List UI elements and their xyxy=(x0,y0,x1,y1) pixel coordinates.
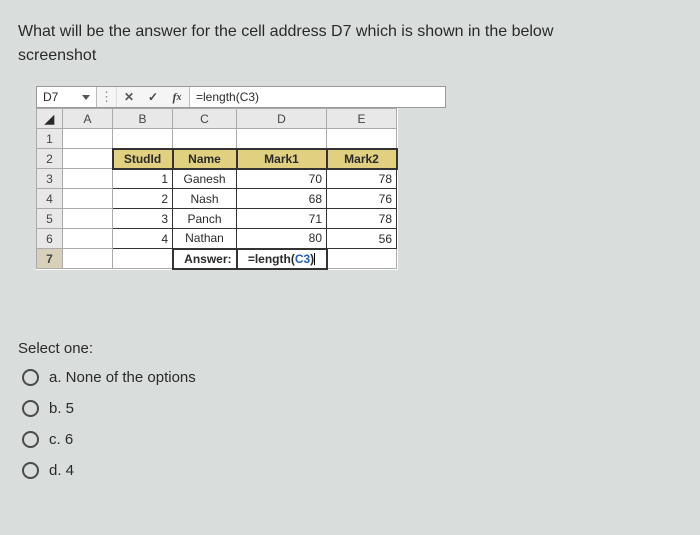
dropdown-icon xyxy=(82,95,90,100)
cell[interactable] xyxy=(63,209,113,229)
row-header-7[interactable]: 7 xyxy=(37,249,63,269)
cell[interactable]: 1 xyxy=(113,169,173,189)
col-header-b[interactable]: B xyxy=(113,109,173,129)
radio-icon xyxy=(22,400,39,417)
cell-header-name[interactable]: Name xyxy=(173,149,237,169)
fx-icon[interactable]: fx xyxy=(165,87,189,107)
select-all-corner[interactable]: ◢ xyxy=(37,109,63,129)
cell[interactable]: 70 xyxy=(237,169,327,189)
row-header-1[interactable]: 1 xyxy=(37,129,63,149)
col-header-a[interactable]: A xyxy=(63,109,113,129)
option-a[interactable]: a. None of the options xyxy=(22,369,682,386)
row-header-5[interactable]: 5 xyxy=(37,209,63,229)
radio-icon xyxy=(22,431,39,448)
answer-label-cell[interactable]: Answer: xyxy=(173,249,237,269)
accept-icon[interactable]: ✓ xyxy=(141,87,165,107)
cell[interactable] xyxy=(327,129,397,149)
option-label: b. 5 xyxy=(49,400,74,417)
text-cursor xyxy=(314,253,315,265)
formula-input[interactable]: =length(C3) xyxy=(189,87,445,107)
cell[interactable] xyxy=(63,129,113,149)
cell[interactable]: Ganesh xyxy=(173,169,237,189)
option-b[interactable]: b. 5 xyxy=(22,400,682,417)
cell[interactable]: 80 xyxy=(237,229,327,249)
col-header-c[interactable]: C xyxy=(173,109,237,129)
cell-header-mark2[interactable]: Mark2 xyxy=(327,149,397,169)
cell[interactable] xyxy=(63,189,113,209)
formula-bar: D7 ⋮ ✕ ✓ fx =length(C3) xyxy=(36,86,446,108)
option-label: a. None of the options xyxy=(49,369,196,386)
cell[interactable] xyxy=(63,149,113,169)
name-box[interactable]: D7 xyxy=(37,87,97,107)
answer-formula-cell[interactable]: =length(C3) xyxy=(237,249,327,269)
cell[interactable]: 3 xyxy=(113,209,173,229)
option-label: c. 6 xyxy=(49,431,73,448)
options-group: a. None of the options b. 5 c. 6 d. 4 xyxy=(18,369,682,479)
cell[interactable]: 78 xyxy=(327,209,397,229)
radio-icon xyxy=(22,462,39,479)
col-header-d[interactable]: D xyxy=(237,109,327,129)
row-header-4[interactable]: 4 xyxy=(37,189,63,209)
option-c[interactable]: c. 6 xyxy=(22,431,682,448)
cell-header-studid[interactable]: StudId xyxy=(113,149,173,169)
cell[interactable]: 76 xyxy=(327,189,397,209)
spreadsheet-grid: ◢ A B C D E 1 2 StudId Name Mark1 Mark2 … xyxy=(36,108,398,270)
cell[interactable]: 78 xyxy=(327,169,397,189)
cell[interactable]: 68 xyxy=(237,189,327,209)
row-header-3[interactable]: 3 xyxy=(37,169,63,189)
cell-header-mark1[interactable]: Mark1 xyxy=(237,149,327,169)
cell[interactable]: Nash xyxy=(173,189,237,209)
cell[interactable] xyxy=(113,249,173,269)
cell[interactable]: 2 xyxy=(113,189,173,209)
cancel-icon[interactable]: ✕ xyxy=(117,87,141,107)
cell[interactable]: 56 xyxy=(327,229,397,249)
cell[interactable]: Nathan xyxy=(173,229,237,249)
option-d[interactable]: d. 4 xyxy=(22,462,682,479)
cell[interactable] xyxy=(173,129,237,149)
select-one-label: Select one: xyxy=(18,340,682,357)
option-label: d. 4 xyxy=(49,462,74,479)
question-text: What will be the answer for the cell add… xyxy=(18,20,682,68)
radio-icon xyxy=(22,369,39,386)
cell[interactable]: 71 xyxy=(237,209,327,229)
spreadsheet-screenshot: D7 ⋮ ✕ ✓ fx =length(C3) ◢ A B C D E 1 2 xyxy=(36,86,446,270)
cell[interactable] xyxy=(327,249,397,269)
cell[interactable] xyxy=(63,229,113,249)
row-header-2[interactable]: 2 xyxy=(37,149,63,169)
cell[interactable]: 4 xyxy=(113,229,173,249)
cell[interactable] xyxy=(63,249,113,269)
name-box-value: D7 xyxy=(43,90,58,104)
cell[interactable] xyxy=(237,129,327,149)
cell[interactable]: Panch xyxy=(173,209,237,229)
cell[interactable] xyxy=(113,129,173,149)
cell[interactable] xyxy=(63,169,113,189)
row-header-6[interactable]: 6 xyxy=(37,229,63,249)
col-header-e[interactable]: E xyxy=(327,109,397,129)
separator-icon: ⋮ xyxy=(97,87,117,107)
